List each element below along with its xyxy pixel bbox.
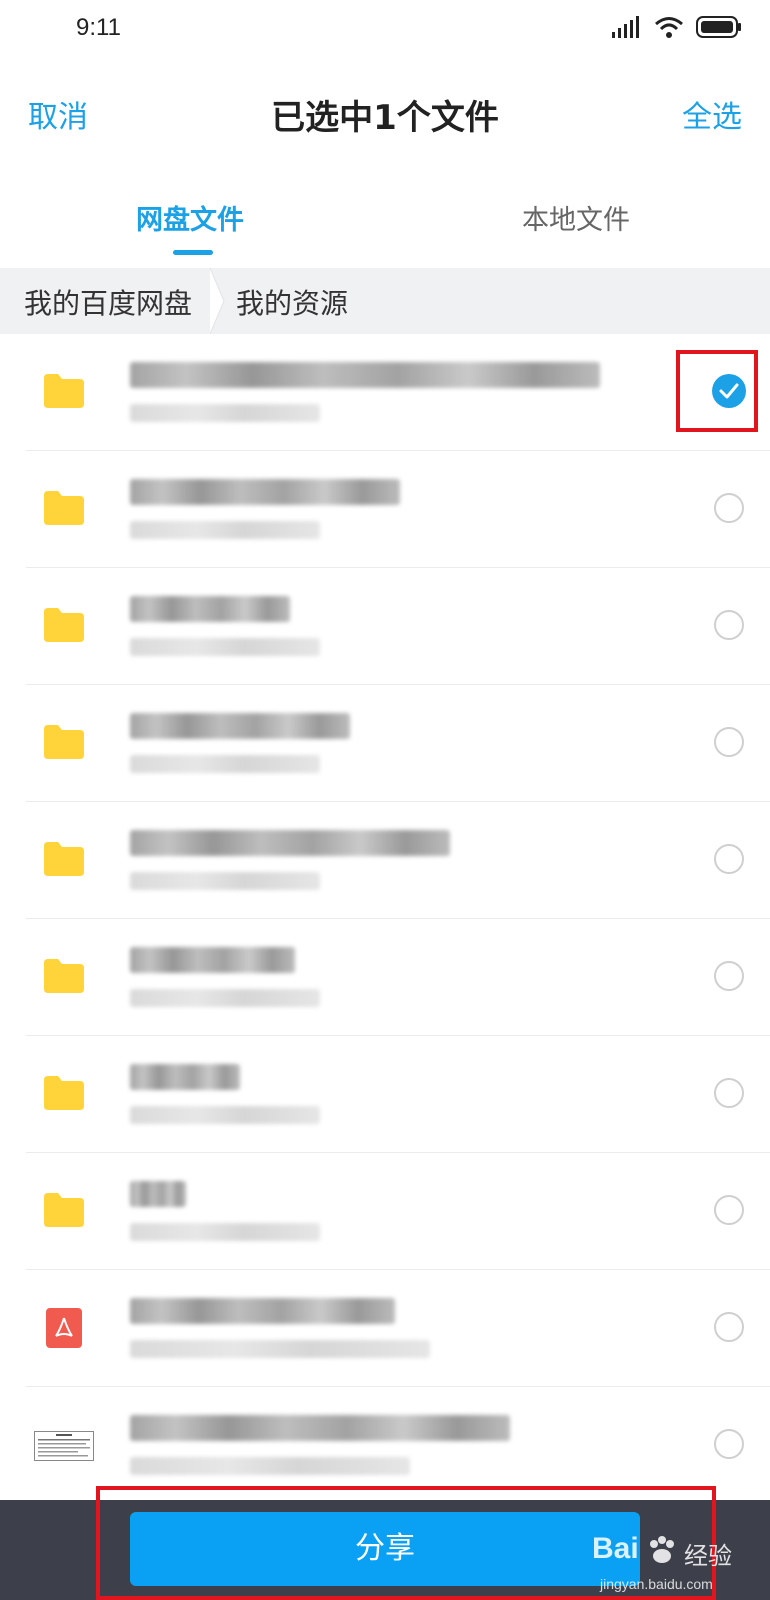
- wifi-icon: [655, 17, 683, 38]
- folder-icon: [44, 374, 84, 408]
- file-meta-redacted: [130, 638, 320, 656]
- watermark-brand: Bai: [592, 1532, 639, 1565]
- selection-checkbox[interactable]: [714, 610, 744, 640]
- file-name-redacted: [130, 596, 290, 622]
- watermark-text: 经验: [684, 1542, 732, 1570]
- selection-checkbox[interactable]: [714, 1312, 744, 1342]
- folder-icon: [44, 725, 84, 759]
- status-time: 9:11: [76, 14, 121, 41]
- file-meta-redacted: [130, 989, 320, 1007]
- breadcrumb-item-current[interactable]: 我的资源: [236, 282, 348, 322]
- file-row[interactable]: [0, 1387, 770, 1504]
- file-meta-redacted: [130, 1106, 320, 1124]
- watermark-url: jingyan.baidu.com: [600, 1576, 713, 1592]
- folder-icon: [44, 959, 84, 993]
- status-icons: [612, 16, 742, 38]
- check-icon: [719, 383, 739, 399]
- selection-checkbox[interactable]: [714, 1078, 744, 1108]
- file-meta-redacted: [130, 521, 320, 539]
- tab-bar: 网盘文件 本地文件: [0, 170, 770, 264]
- selection-checkbox[interactable]: [714, 727, 744, 757]
- selection-checkbox-checked[interactable]: [712, 374, 746, 408]
- battery-icon: [696, 16, 741, 38]
- file-name-redacted: [130, 830, 450, 856]
- file-meta-redacted: [130, 404, 320, 422]
- file-name-redacted: [130, 1181, 186, 1207]
- selection-checkbox[interactable]: [714, 1195, 744, 1225]
- breadcrumb: 我的百度网盘 我的资源: [0, 268, 770, 334]
- active-tab-indicator: [173, 250, 213, 255]
- header: 取消 已选中1个文件 全选: [0, 64, 770, 164]
- tab-local-files[interactable]: 本地文件: [522, 198, 630, 237]
- file-row[interactable]: [0, 1153, 770, 1270]
- folder-icon: [44, 608, 84, 642]
- share-button[interactable]: 分享: [130, 1512, 640, 1586]
- file-name-redacted: [130, 1298, 395, 1324]
- file-row[interactable]: [0, 1036, 770, 1153]
- file-meta-redacted: [130, 1223, 320, 1241]
- folder-icon: [44, 842, 84, 876]
- baidu-jingyan-watermark: Bai 经验 jingyan.baidu.com: [592, 1532, 762, 1596]
- file-row[interactable]: [0, 685, 770, 802]
- file-row[interactable]: [0, 802, 770, 919]
- select-all-button[interactable]: 全选: [682, 92, 742, 136]
- file-name-redacted: [130, 362, 600, 388]
- selection-checkbox[interactable]: [714, 844, 744, 874]
- selection-checkbox[interactable]: [714, 961, 744, 991]
- file-row[interactable]: [0, 919, 770, 1036]
- breadcrumb-item-root[interactable]: 我的百度网盘: [24, 282, 192, 322]
- document-thumbnail-icon: [34, 1431, 94, 1461]
- file-list: [0, 334, 770, 1504]
- page-title: 已选中1个文件: [271, 98, 499, 138]
- status-bar: 9:11: [0, 0, 770, 64]
- breadcrumb-separator-icon: [210, 268, 225, 334]
- file-meta-redacted: [130, 755, 320, 773]
- folder-icon: [44, 491, 84, 525]
- selection-checkbox[interactable]: [714, 493, 744, 523]
- paw-icon: [650, 1536, 674, 1563]
- file-row[interactable]: [0, 568, 770, 685]
- tab-cloud-files[interactable]: 网盘文件: [136, 198, 244, 237]
- folder-icon: [44, 1193, 84, 1227]
- file-row[interactable]: [0, 334, 770, 451]
- file-name-redacted: [130, 947, 295, 973]
- folder-icon: [44, 1076, 84, 1110]
- pdf-file-icon: [46, 1308, 82, 1348]
- file-row[interactable]: [0, 451, 770, 568]
- signal-icon: [612, 16, 639, 38]
- file-name-redacted: [130, 1415, 510, 1441]
- file-name-redacted: [130, 1064, 240, 1090]
- selection-checkbox[interactable]: [714, 1429, 744, 1459]
- file-meta-redacted: [130, 1340, 430, 1358]
- file-meta-redacted: [130, 1457, 410, 1475]
- file-name-redacted: [130, 713, 350, 739]
- file-meta-redacted: [130, 872, 320, 890]
- file-name-redacted: [130, 479, 400, 505]
- file-row[interactable]: [0, 1270, 770, 1387]
